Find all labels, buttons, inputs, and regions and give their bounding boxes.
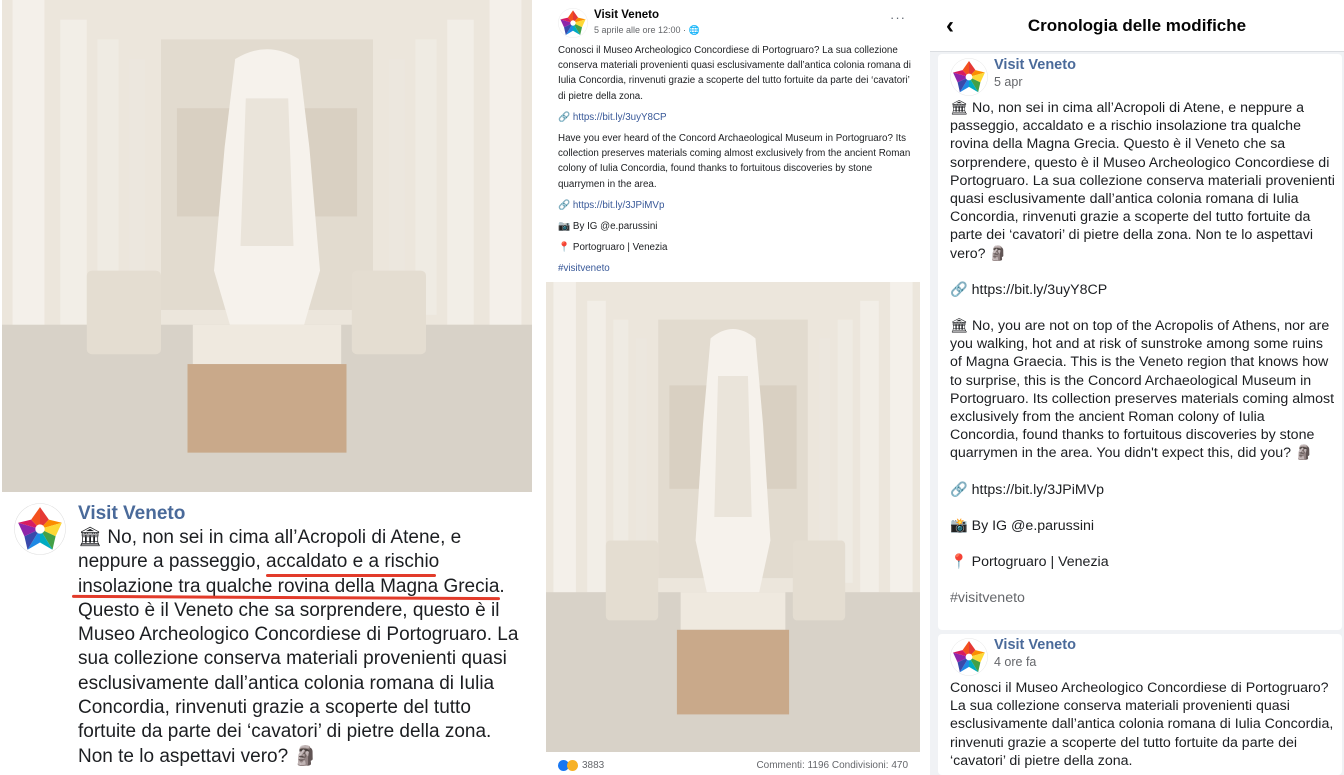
post-link[interactable]: 🔗 https://bit.ly/3uyY8CP: [558, 110, 918, 125]
post-body: Conosci il Museo Archeologico Concordies…: [558, 43, 918, 283]
page-name[interactable]: Visit Veneto: [994, 57, 1076, 73]
page-name[interactable]: Visit Veneto: [78, 503, 185, 525]
entry-paragraph-it: 🏛 No, non sei in cima all’Acropoli di At…: [950, 100, 1339, 262]
reactions-summary[interactable]: 3883: [558, 760, 604, 771]
comments-shares-count[interactable]: Commenti: 1196 Condivisioni: 470: [756, 760, 908, 771]
edit-history-header: ‹ Cronologia delle modifiche: [930, 0, 1344, 52]
page-avatar[interactable]: [950, 638, 988, 676]
left-post-zoom: Visit Veneto 🏛 No, non sei in cima all’A…: [0, 0, 534, 775]
history-entry: Visit Veneto 4 ore fa Conosci il Museo A…: [938, 634, 1342, 775]
entry-body: Conosci il Museo Archeologico Concordies…: [950, 679, 1336, 775]
post-timestamp[interactable]: 5 aprile alle ore 12:00 · 🌐: [594, 25, 700, 36]
post-text: 🏛 No, non sei in cima all’Acropoli di At…: [78, 527, 524, 767]
page-avatar[interactable]: [558, 8, 588, 38]
facebook-post: Visit Veneto 5 aprile alle ore 12:00 · 🌐…: [546, 0, 926, 775]
entry-location: 📍 Portogruaro | Venezia: [950, 554, 1109, 571]
post-link[interactable]: 🔗 https://bit.ly/3JPiMVp: [558, 198, 918, 213]
post-paragraph-en: Have you ever heard of the Concord Archa…: [558, 133, 914, 190]
photo-credit: 📸 By IG @e.parussini: [950, 517, 1095, 534]
page-name[interactable]: Visit Veneto: [994, 637, 1076, 653]
entry-paragraph-en: 🏛 No, you are not on top of the Acropoli…: [950, 318, 1338, 462]
post-footer: 3883 Commenti: 1196 Condivisioni: 470: [546, 752, 920, 775]
post-location: 📍 Portogruaro | Venezia: [558, 242, 668, 254]
wow-reaction-icon: [567, 760, 578, 771]
photo-credit: 📷 By IG @e.parussini: [558, 221, 658, 233]
museum-photo[interactable]: [2, 0, 532, 492]
more-options-button[interactable]: ···: [890, 10, 906, 25]
entry-date: 5 apr: [994, 75, 1023, 89]
red-underline-highlight: [266, 574, 436, 577]
history-entry: Visit Veneto 5 apr 🏛 No, non sei in cima…: [938, 54, 1342, 630]
edit-history-panel: ‹ Cronologia delle modifiche Visit Venet…: [930, 0, 1344, 775]
page-avatar[interactable]: [14, 503, 66, 555]
entry-link[interactable]: 🔗 https://bit.ly/3JPiMVp: [950, 481, 1336, 499]
post-hashtag[interactable]: #visitveneto: [558, 261, 918, 276]
page-name[interactable]: Visit Veneto: [594, 9, 659, 21]
entry-date: 4 ore fa: [994, 655, 1037, 669]
page-avatar[interactable]: [950, 58, 988, 96]
entry-paragraph-it: Conosci il Museo Archeologico Concordies…: [950, 680, 1338, 769]
page-title: Cronologia delle modifiche: [1027, 16, 1247, 35]
post-paragraph-it: Conosci il Museo Archeologico Concordies…: [558, 45, 914, 102]
entry-link[interactable]: 🔗 https://bit.ly/3uyY8CP: [950, 281, 1336, 299]
museum-photo[interactable]: [546, 282, 920, 752]
entry-body: 🏛 No, non sei in cima all’Acropoli di At…: [950, 99, 1336, 625]
reactions-count: 3883: [582, 760, 605, 771]
entry-hashtag[interactable]: #visitveneto: [950, 589, 1336, 607]
